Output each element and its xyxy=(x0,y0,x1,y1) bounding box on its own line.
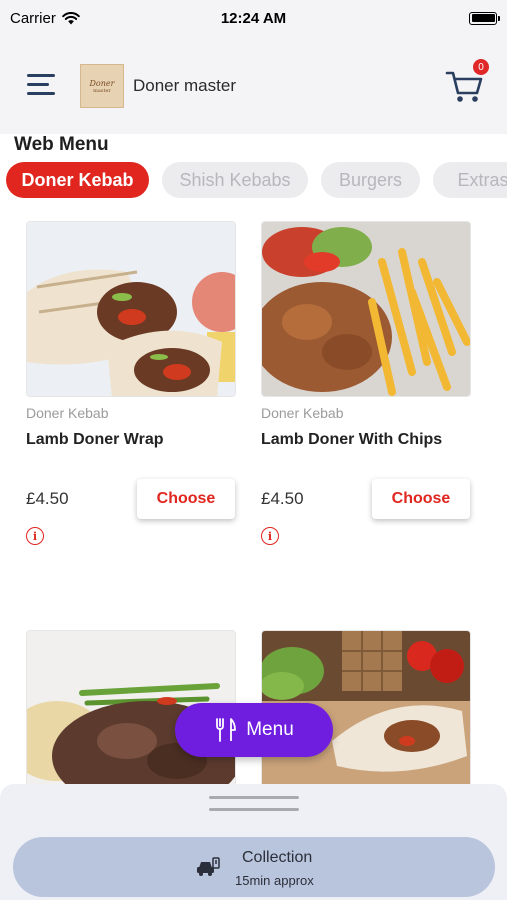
info-icon[interactable]: i xyxy=(26,527,44,545)
restaurant-name: Doner master xyxy=(133,76,236,95)
product-price: £4.50 xyxy=(261,489,304,508)
battery-icon xyxy=(469,11,500,25)
hamburger-menu-icon[interactable] xyxy=(27,74,57,96)
restaurant-logo: Doner master xyxy=(80,64,124,108)
car-icon xyxy=(197,857,220,876)
collection-mode-button[interactable]: Collection 15min approx xyxy=(13,837,495,897)
doner-wrap-image[interactable] xyxy=(26,221,236,397)
carrier-label: Carrier xyxy=(10,9,56,27)
product-name: Lamb Doner Wrap xyxy=(26,431,164,448)
cart-count-badge: 0 xyxy=(473,59,489,75)
fork-knife-icon xyxy=(216,718,237,742)
info-icon[interactable]: i xyxy=(261,527,279,545)
menu-button[interactable]: Menu xyxy=(175,703,333,757)
collection-time-label: 15min approx xyxy=(235,873,314,888)
product-price: £4.50 xyxy=(26,489,69,508)
carrier-info: Carrier xyxy=(10,10,80,27)
product-category: Doner Kebab xyxy=(261,405,344,421)
sheet-drag-handle[interactable] xyxy=(209,808,299,811)
app-header: Doner master Doner master xyxy=(0,36,507,134)
choose-button[interactable]: Choose xyxy=(372,479,470,519)
product-card[interactable]: Doner Kebab Lamb Doner Wrap £4.50 Choose… xyxy=(26,221,236,551)
choose-button[interactable]: Choose xyxy=(137,479,235,519)
product-card[interactable]: Doner Kebab Lamb Doner With Chips £4.50 … xyxy=(261,221,471,551)
menu-button-label: Menu xyxy=(246,719,294,740)
product-category: Doner Kebab xyxy=(26,405,109,421)
menu-section-title: Web Menu xyxy=(14,134,109,155)
sheet-drag-handle[interactable] xyxy=(209,796,299,799)
tab-burgers[interactable]: Burgers xyxy=(321,162,420,198)
wifi-icon xyxy=(62,11,80,24)
doner-with-chips-image[interactable] xyxy=(261,221,471,397)
category-tabs: Doner Kebab Shish Kebabs Burgers Extras xyxy=(0,162,507,200)
tab-doner-kebab[interactable]: Doner Kebab xyxy=(6,162,149,198)
status-bar: Carrier 12:24 AM xyxy=(0,0,507,36)
product-name: Lamb Doner With Chips xyxy=(261,431,443,448)
tab-shish-kebabs[interactable]: Shish Kebabs xyxy=(162,162,308,198)
collection-mode-label: Collection xyxy=(242,849,313,866)
bottom-sheet: Collection 15min approx xyxy=(0,784,507,900)
tab-extras[interactable]: Extras xyxy=(433,162,507,198)
